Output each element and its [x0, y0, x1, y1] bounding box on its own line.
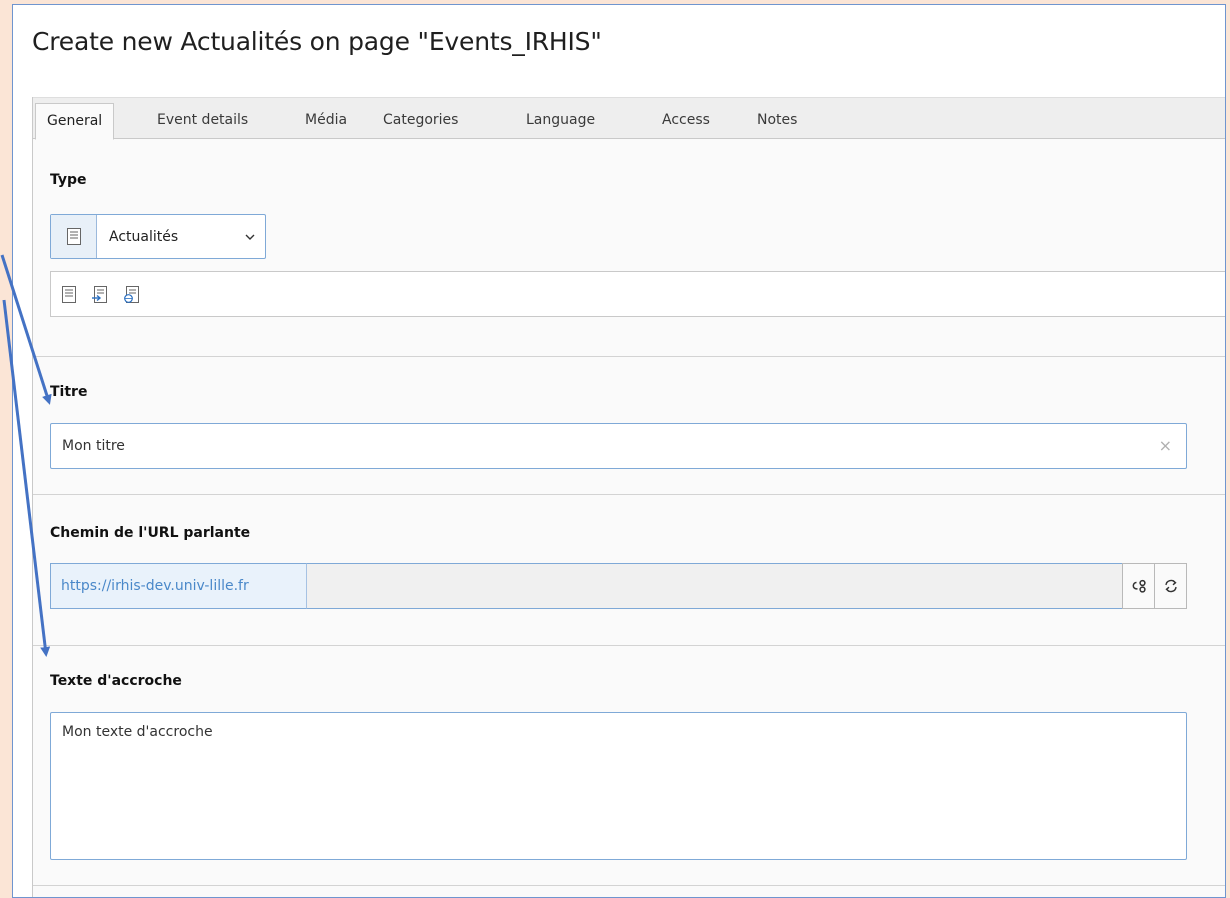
- titre-label: Titre: [50, 384, 88, 400]
- tab-bar: General Event details Média Categories L…: [33, 97, 1225, 140]
- tab-media[interactable]: Média: [305, 103, 347, 140]
- url-path-label: Chemin de l'URL parlante: [50, 525, 251, 541]
- news-internal-link-icon[interactable]: [92, 285, 108, 303]
- section-divider: [33, 494, 1225, 495]
- news-external-link-icon[interactable]: [124, 285, 140, 303]
- titre-input[interactable]: Mon titre ×: [50, 423, 1187, 469]
- section-divider: [33, 885, 1225, 886]
- type-select-value: Actualités: [109, 228, 179, 245]
- url-domain-prefix: https://irhis-dev.univ-lille.fr: [50, 563, 307, 609]
- chevron-down-icon: [235, 234, 265, 240]
- clear-input-icon[interactable]: ×: [1159, 436, 1172, 456]
- news-type-icon: [51, 215, 97, 258]
- record-form: General Event details Média Categories L…: [32, 97, 1225, 897]
- type-icon-list: [50, 271, 1225, 317]
- unlink-icon[interactable]: [1122, 563, 1155, 609]
- news-document-icon[interactable]: [62, 285, 76, 303]
- tab-language[interactable]: Language: [526, 103, 595, 140]
- tab-general[interactable]: General: [35, 103, 115, 140]
- url-path-input[interactable]: [307, 563, 1123, 609]
- teaser-textarea[interactable]: Mon texte d'accroche: [50, 712, 1187, 860]
- tab-notes[interactable]: Notes: [757, 103, 797, 140]
- type-label: Type: [50, 172, 87, 188]
- tab-categories[interactable]: Categories: [383, 103, 458, 140]
- section-divider: [33, 356, 1225, 357]
- type-select[interactable]: Actualités: [50, 214, 266, 259]
- tab-event-details[interactable]: Event details: [157, 103, 248, 140]
- titre-input-value: Mon titre: [62, 438, 125, 454]
- url-path-field: https://irhis-dev.univ-lille.fr: [50, 563, 1187, 609]
- editor-window: Create new Actualités on page "Events_IR…: [12, 4, 1226, 898]
- tab-access[interactable]: Access: [662, 103, 710, 140]
- section-divider: [33, 645, 1225, 646]
- teaser-label: Texte d'accroche: [50, 673, 182, 689]
- page-title: Create new Actualités on page "Events_IR…: [32, 27, 602, 56]
- refresh-icon[interactable]: [1154, 563, 1187, 609]
